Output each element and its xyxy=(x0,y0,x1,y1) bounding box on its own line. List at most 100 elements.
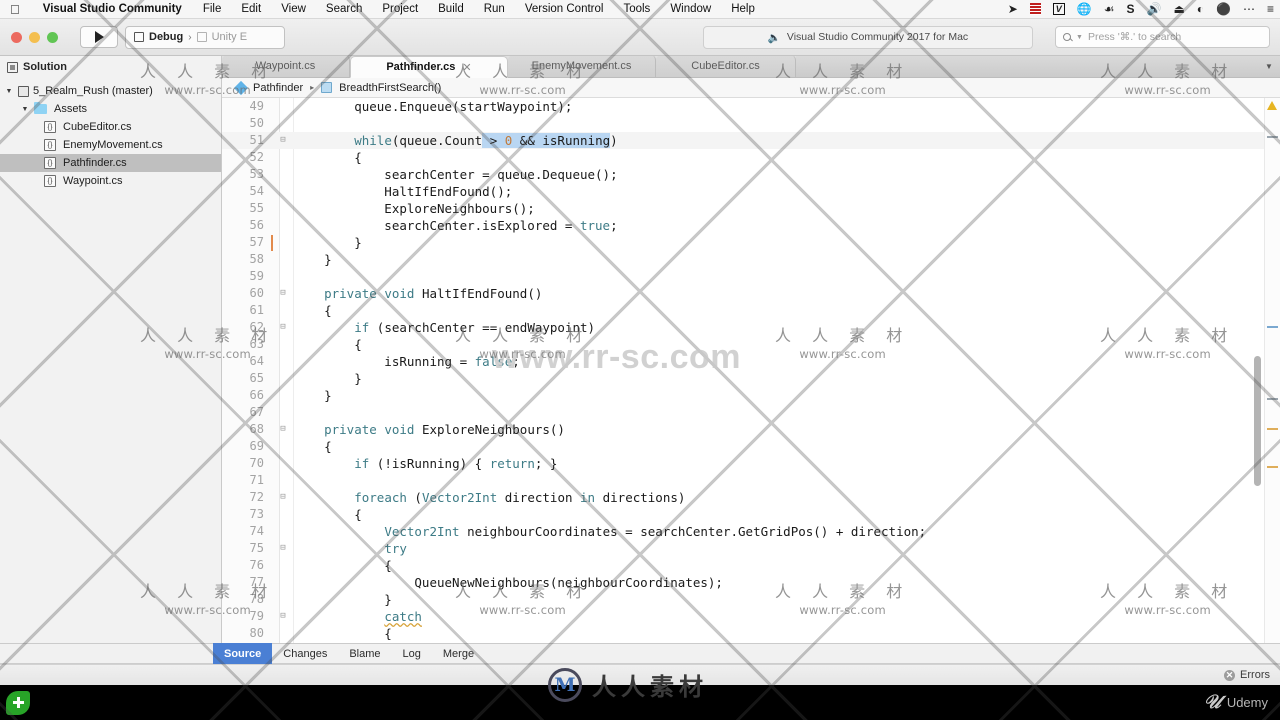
menu-item-file[interactable]: File xyxy=(193,3,232,15)
fold-toggle-icon[interactable]: ⊟ xyxy=(272,285,294,302)
battery-icon[interactable]: ☙ xyxy=(1098,2,1121,16)
code-line[interactable]: 53 searchCenter = queue.Dequeue(); xyxy=(222,166,1280,183)
apple-logo-icon[interactable]:  xyxy=(0,3,32,16)
code-line[interactable]: 63 { xyxy=(222,336,1280,353)
vertical-scrollbar[interactable] xyxy=(1254,356,1261,486)
code-line[interactable]: 52 { xyxy=(222,149,1280,166)
code-text[interactable]: private void ExploreNeighbours() xyxy=(294,421,1280,438)
code-line[interactable]: 58 } xyxy=(222,251,1280,268)
code-line[interactable]: 59 xyxy=(222,268,1280,285)
fold-toggle-icon[interactable]: ⊟ xyxy=(272,421,294,438)
code-text[interactable]: private void HaltIfEndFound() xyxy=(294,285,1280,302)
code-text[interactable] xyxy=(294,268,1280,285)
menu-item-tools[interactable]: Tools xyxy=(613,3,660,15)
code-editor[interactable]: 49 queue.Enqueue(startWaypoint); 50 51 ⊟ wh… xyxy=(222,98,1280,643)
menu-item-search[interactable]: Search xyxy=(316,3,372,15)
code-text[interactable]: } xyxy=(294,251,1280,268)
code-text[interactable]: { xyxy=(294,438,1280,455)
code-line[interactable]: 57 } xyxy=(222,234,1280,251)
errors-label[interactable]: Errors xyxy=(1240,669,1270,681)
code-text[interactable]: Vector2Int neighbourCoordinates = search… xyxy=(294,523,1280,540)
film-strip-icon[interactable] xyxy=(1024,3,1047,15)
code-text[interactable]: while(queue.Count > 0 && isRunning) xyxy=(294,132,1280,149)
code-line[interactable]: 61 { xyxy=(222,302,1280,319)
menu-item-version-control[interactable]: Version Control xyxy=(515,3,614,15)
tree-node-solution[interactable]: ▼ 5_Realm_Rush (master) xyxy=(0,82,221,100)
code-line[interactable]: 79 ⊟ catch xyxy=(222,608,1280,625)
tab-cubeeditor-cs[interactable]: CubeEditor.cs xyxy=(656,55,796,77)
tree-node-waypoint[interactable]: {} Waypoint.cs xyxy=(0,172,221,190)
s-icon[interactable]: S xyxy=(1120,2,1140,16)
code-text[interactable]: } xyxy=(294,370,1280,387)
fold-toggle-icon[interactable]: ⊟ xyxy=(272,132,294,149)
warning-marker-icon[interactable] xyxy=(1267,101,1277,110)
code-line[interactable]: 67 xyxy=(222,404,1280,421)
eject-icon[interactable]: ⏏ xyxy=(1167,2,1190,16)
code-text[interactable]: } xyxy=(294,234,1280,251)
globe-icon[interactable]: 🌐 xyxy=(1071,2,1098,16)
close-icon[interactable]: ✕ xyxy=(462,61,471,74)
code-line[interactable]: 72 ⊟ foreach (Vector2Int direction in dir… xyxy=(222,489,1280,506)
tree-node-cubeeditor[interactable]: {} CubeEditor.cs xyxy=(0,118,221,136)
menu-item-project[interactable]: Project xyxy=(372,3,428,15)
code-line[interactable]: 75 ⊟ try xyxy=(222,540,1280,557)
code-text[interactable]: foreach (Vector2Int direction in directi… xyxy=(294,489,1280,506)
tab-waypoint-cs[interactable]: Waypoint.cs xyxy=(222,55,350,77)
code-text[interactable]: HaltIfEndFound(); xyxy=(294,183,1280,200)
breadcrumb-class[interactable]: Pathfinder xyxy=(253,82,303,94)
code-text[interactable] xyxy=(294,115,1280,132)
menu-app-name[interactable]: Visual Studio Community xyxy=(32,3,193,15)
fold-toggle-icon[interactable]: ⊟ xyxy=(272,489,294,506)
fold-toggle-icon[interactable]: ⊟ xyxy=(272,540,294,557)
menu-item-window[interactable]: Window xyxy=(660,3,721,15)
tab-merge[interactable]: Merge xyxy=(432,643,485,664)
code-line[interactable]: 69 { xyxy=(222,438,1280,455)
code-line[interactable]: 66 } xyxy=(222,387,1280,404)
v-box-icon[interactable]: V xyxy=(1047,3,1071,15)
code-text[interactable]: } xyxy=(294,591,1280,608)
tab-enemymovement-cs[interactable]: EnemyMovement.cs xyxy=(508,55,656,77)
menu-item-view[interactable]: View xyxy=(271,3,316,15)
tab-blame[interactable]: Blame xyxy=(338,643,391,664)
tree-node-pathfinder[interactable]: {} Pathfinder.cs xyxy=(0,154,221,172)
code-line[interactable]: 60 ⊟ private void HaltIfEndFound() xyxy=(222,285,1280,302)
siri-icon[interactable]: ◐ xyxy=(1191,2,1210,16)
code-line[interactable]: 80 { xyxy=(222,625,1280,642)
code-line[interactable]: 76 { xyxy=(222,557,1280,574)
tab-pathfinder-cs[interactable]: Pathfinder.cs ✕ xyxy=(350,56,508,78)
tab-log[interactable]: Log xyxy=(392,643,432,664)
code-line[interactable]: 51 ⊟ while(queue.Count > 0 && isRunning) xyxy=(222,132,1280,149)
maximize-window-button[interactable] xyxy=(47,31,58,43)
chevron-down-icon[interactable]: ▼ xyxy=(1258,55,1280,77)
code-text[interactable]: searchCenter = queue.Dequeue(); xyxy=(294,166,1280,183)
disclosure-triangle-icon[interactable]: ▼ xyxy=(20,106,30,113)
code-text[interactable]: { xyxy=(294,557,1280,574)
code-text[interactable]: try xyxy=(294,540,1280,557)
menu-item-build[interactable]: Build xyxy=(428,3,474,15)
disclosure-triangle-icon[interactable]: ▼ xyxy=(4,88,14,95)
tree-node-enemymovement[interactable]: {} EnemyMovement.cs xyxy=(0,136,221,154)
code-line[interactable]: 54 HaltIfEndFound(); xyxy=(222,183,1280,200)
menu-item-run[interactable]: Run xyxy=(474,3,515,15)
code-text[interactable]: if (searchCenter == endWaypoint) xyxy=(294,319,1280,336)
code-text[interactable]: { xyxy=(294,149,1280,166)
code-text[interactable] xyxy=(294,404,1280,421)
code-line[interactable]: 74 Vector2Int neighbourCoordinates = sea… xyxy=(222,523,1280,540)
breadcrumb-member[interactable]: BreadthFirstSearch() xyxy=(339,82,441,94)
code-text[interactable]: searchCenter.isExplored = true; xyxy=(294,217,1280,234)
ellipsis-icon[interactable]: ⋯ xyxy=(1237,2,1261,16)
spotlight-icon[interactable]: ⚫ xyxy=(1210,2,1237,16)
code-text[interactable]: if (!isRunning) { return; } xyxy=(294,455,1280,472)
code-line[interactable]: 65 } xyxy=(222,370,1280,387)
code-text[interactable]: { xyxy=(294,625,1280,642)
minimize-window-button[interactable] xyxy=(29,31,40,43)
code-text[interactable]: { xyxy=(294,336,1280,353)
tree-node-assets[interactable]: ▼ Assets xyxy=(0,100,221,118)
code-line[interactable]: 64 isRunning = false; xyxy=(222,353,1280,370)
fold-toggle-icon[interactable]: ⊟ xyxy=(272,608,294,625)
fold-toggle-icon[interactable]: ⊟ xyxy=(272,319,294,336)
list-icon[interactable]: ≡ xyxy=(1261,2,1280,16)
volume-icon[interactable]: 🔊 xyxy=(1140,2,1167,16)
marker-rail[interactable] xyxy=(1264,98,1280,643)
code-line[interactable]: 71 xyxy=(222,472,1280,489)
